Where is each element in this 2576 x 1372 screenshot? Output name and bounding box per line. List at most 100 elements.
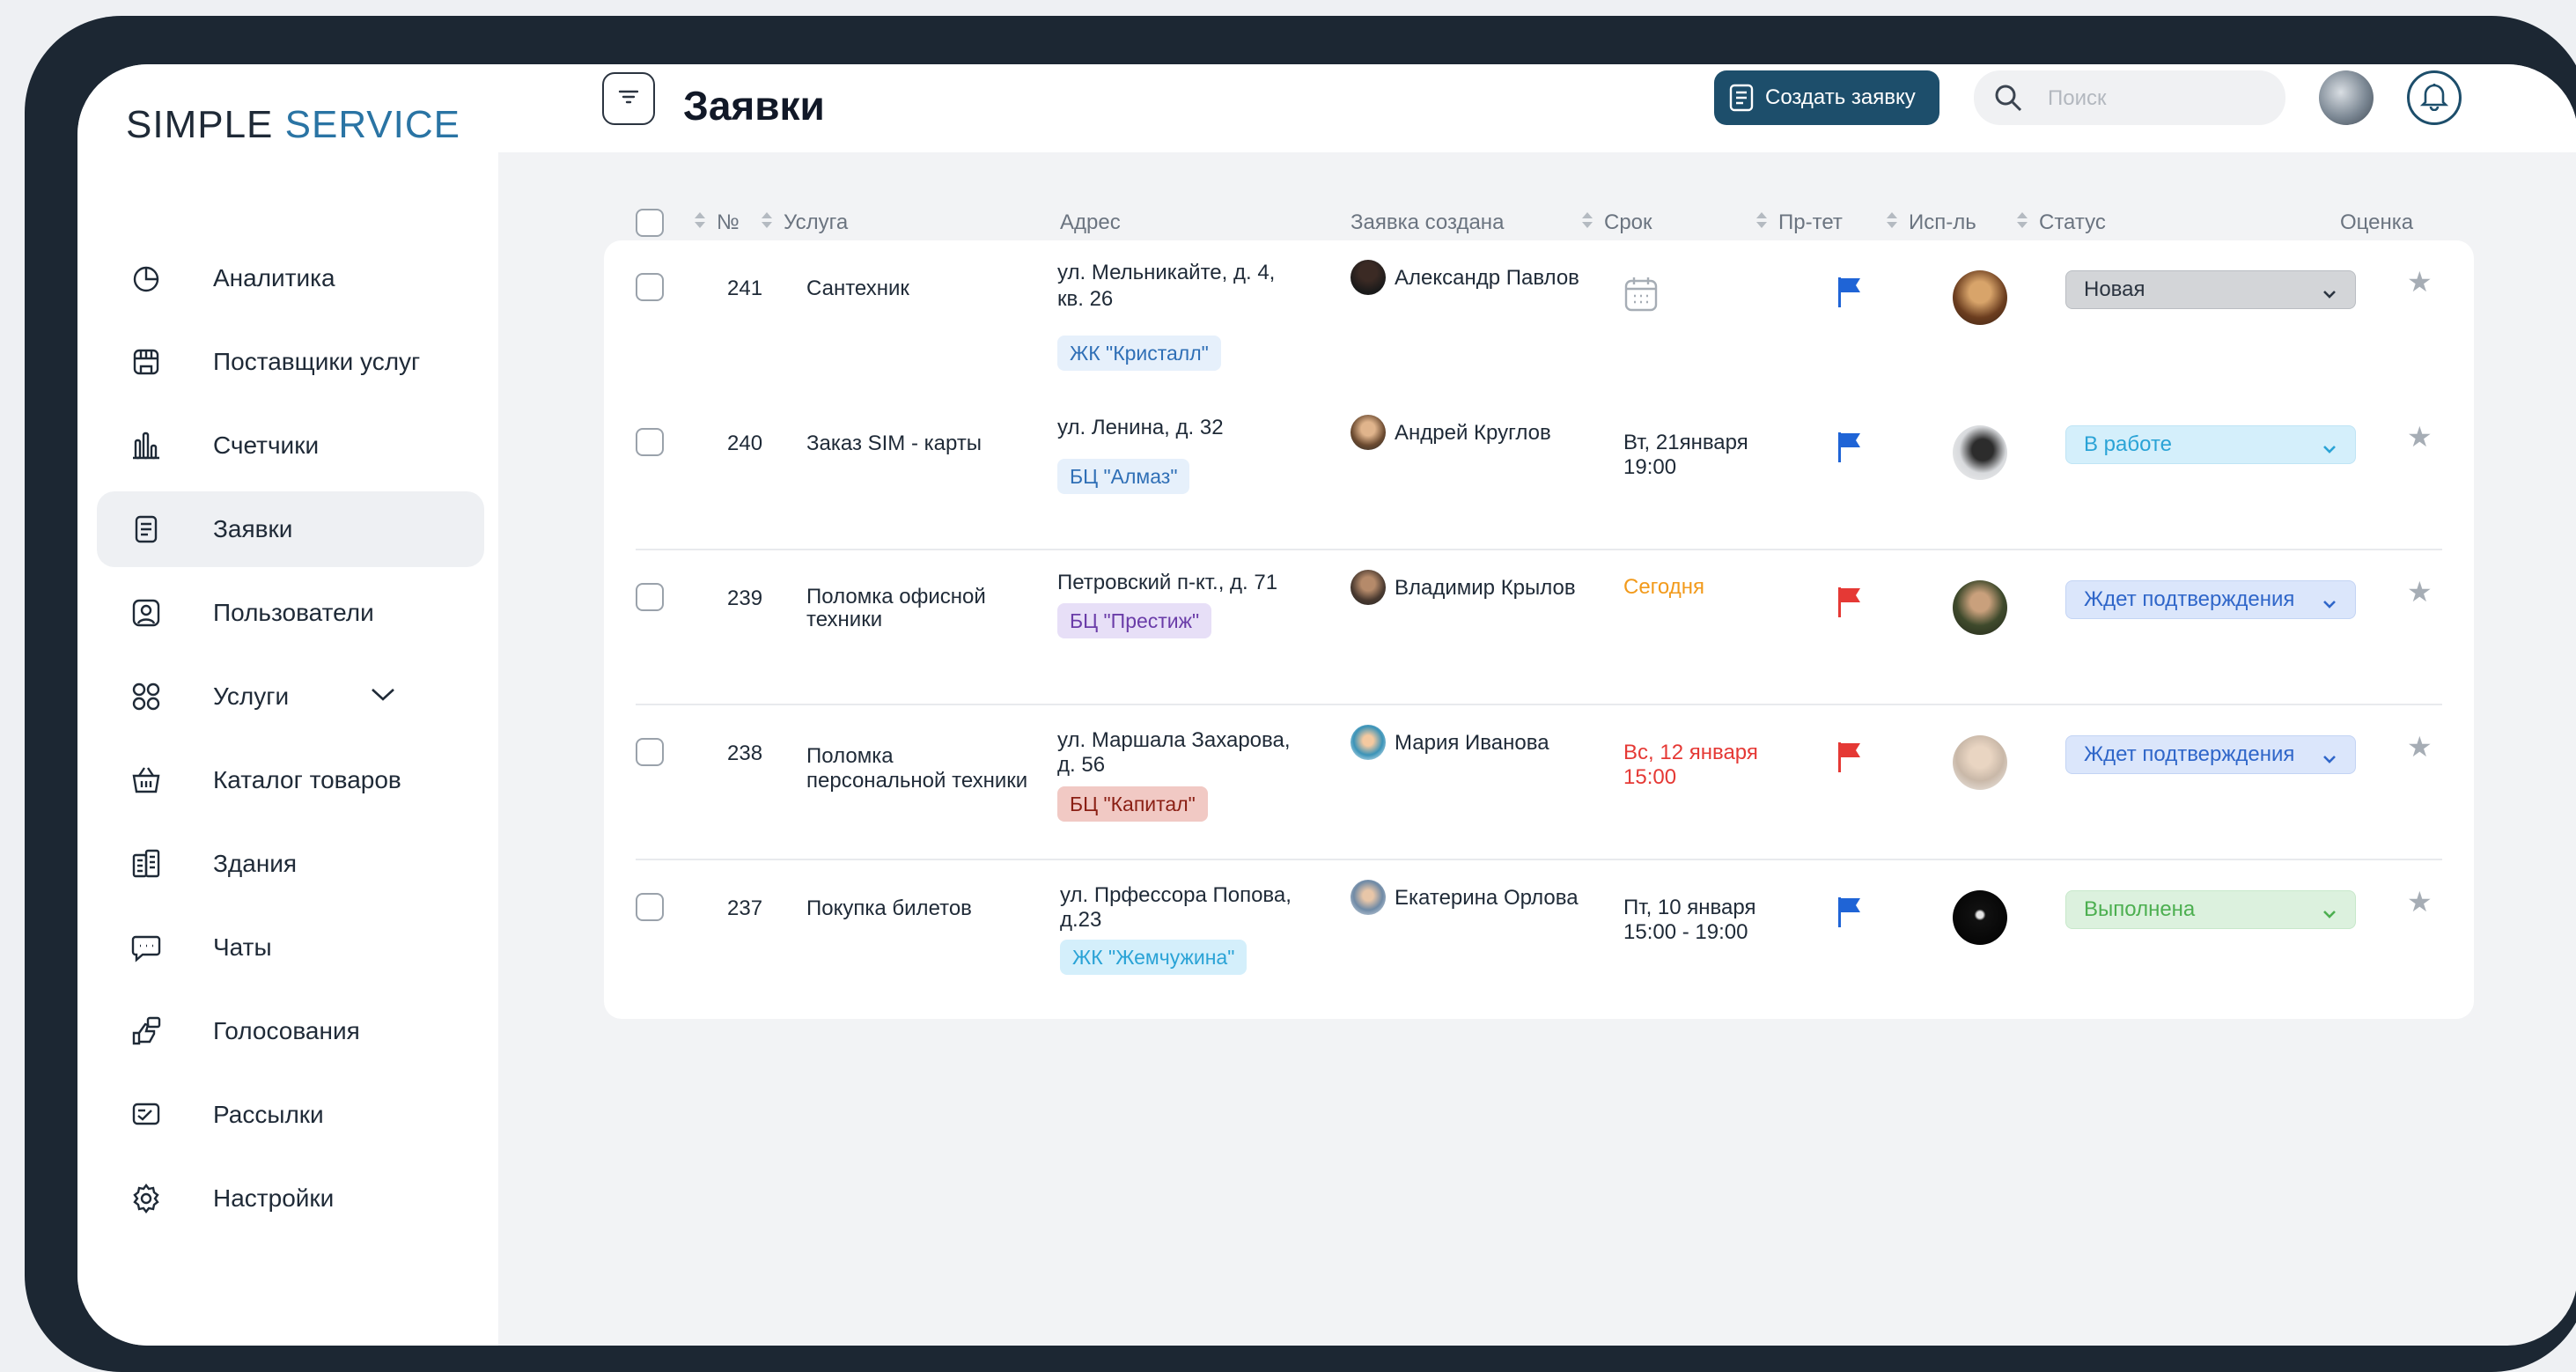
deadline-picker[interactable]: [1623, 276, 1659, 319]
creator-avatar: [1351, 260, 1386, 295]
sidebar-item-label: Голосования: [213, 1017, 360, 1044]
chat-icon: [129, 930, 164, 965]
sidebar-item-analytics[interactable]: Аналитика: [97, 240, 484, 316]
bar-chart-icon: [129, 428, 164, 463]
status-dropdown[interactable]: Ждет подтверждения: [2065, 580, 2356, 619]
store-icon: [129, 344, 164, 380]
sidebar-item-label: Каталог товаров: [213, 766, 401, 793]
creator-avatar: [1351, 415, 1386, 450]
priority-flag-icon[interactable]: [1836, 586, 1863, 622]
sidebar-item-votes[interactable]: Голосования: [97, 993, 484, 1069]
chevron-down-icon: [2322, 902, 2337, 926]
table-row[interactable]: 238 Поломка персональной техники ул. Мар…: [604, 705, 2474, 860]
executor-avatar[interactable]: [1953, 425, 2007, 480]
service-name: Покупка билетов: [806, 896, 972, 920]
executor-avatar[interactable]: [1953, 735, 2007, 790]
vote-icon: [129, 1014, 164, 1049]
sidebar-item-label: Здания: [213, 850, 298, 877]
chevron-down-icon[interactable]: [370, 685, 396, 707]
sidebar-item-buildings[interactable]: Здания: [97, 826, 484, 902]
creator-name: Владимир Крылов: [1395, 576, 1576, 600]
row-checkbox[interactable]: [636, 428, 664, 456]
brand-logo-part2: SERVICE: [284, 103, 460, 146]
status-dropdown[interactable]: Новая: [2065, 270, 2356, 309]
device-frame: SIMPLE SERVICE Аналитика Поставщики услу…: [25, 16, 2576, 1372]
priority-flag-icon[interactable]: [1836, 741, 1863, 777]
rating-star-icon[interactable]: ★: [2407, 575, 2432, 609]
request-number: 239: [727, 586, 763, 610]
creator-avatar: [1351, 880, 1386, 915]
executor-avatar[interactable]: [1953, 270, 2007, 325]
row-checkbox[interactable]: [636, 738, 664, 766]
brand-logo[interactable]: SIMPLE SERVICE: [126, 103, 460, 147]
bell-icon: [2419, 81, 2449, 115]
building-tag[interactable]: БЦ "Престиж": [1057, 603, 1212, 638]
sort-icon: [761, 210, 773, 236]
executor-avatar[interactable]: [1953, 890, 2007, 945]
table-row[interactable]: 241 Сантехник ул. Мельникайте, д. 4, кв.…: [604, 240, 2474, 395]
search-box[interactable]: [1974, 70, 2285, 125]
rating-star-icon[interactable]: ★: [2407, 265, 2432, 299]
sidebar-item-mailings[interactable]: Рассылки: [97, 1077, 484, 1153]
rating-star-icon[interactable]: ★: [2407, 885, 2432, 918]
mail-icon: [129, 1097, 164, 1132]
row-checkbox[interactable]: [636, 273, 664, 301]
deadline: Пт, 10 января 15:00 - 19:00: [1623, 896, 1756, 944]
brand-logo-part1: SIMPLE: [126, 103, 274, 146]
building-tag[interactable]: ЖК "Кристалл": [1057, 336, 1221, 371]
sidebar: SIMPLE SERVICE Аналитика Поставщики услу…: [77, 64, 498, 1346]
sort-icon: [2016, 210, 2028, 236]
rating-star-icon[interactable]: ★: [2407, 730, 2432, 763]
sidebar-item-catalog[interactable]: Каталог товаров: [97, 742, 484, 818]
sidebar-item-label: Настройки: [213, 1184, 335, 1212]
sidebar-item-settings[interactable]: Настройки: [97, 1161, 484, 1236]
executor-avatar[interactable]: [1953, 580, 2007, 635]
top-bar: Заявки Создать заявку: [498, 64, 2576, 152]
chevron-down-icon: [2322, 747, 2337, 771]
document-icon: [129, 512, 164, 547]
deadline: Вс, 12 января 15:00: [1623, 741, 1758, 789]
status-dropdown[interactable]: Ждет подтверждения: [2065, 735, 2356, 774]
row-checkbox[interactable]: [636, 893, 664, 921]
status-dropdown[interactable]: Выполнена: [2065, 890, 2356, 929]
building-tag[interactable]: БЦ "Капитал": [1057, 786, 1208, 822]
sidebar-item-providers[interactable]: Поставщики услуг: [97, 324, 484, 400]
sidebar-item-chats[interactable]: Чаты: [97, 910, 484, 985]
priority-flag-icon[interactable]: [1836, 896, 1863, 932]
rating-star-icon[interactable]: ★: [2407, 420, 2432, 454]
chevron-down-icon: [2322, 592, 2337, 616]
sidebar-item-label: Поставщики услуг: [213, 348, 421, 375]
sidebar-item-meters[interactable]: Счетчики: [97, 408, 484, 483]
sidebar-item-requests[interactable]: Заявки: [97, 491, 484, 567]
sidebar-item-services[interactable]: Услуги: [97, 659, 484, 734]
request-number: 241: [727, 277, 763, 300]
sidebar-item-users[interactable]: Пользователи: [97, 575, 484, 651]
app-screen: SIMPLE SERVICE Аналитика Поставщики услу…: [77, 64, 2576, 1346]
creator-avatar: [1351, 725, 1386, 760]
user-icon: [129, 595, 164, 631]
status-dropdown[interactable]: В работе: [2065, 425, 2356, 464]
building-tag[interactable]: БЦ "Алмаз": [1057, 459, 1190, 494]
priority-flag-icon[interactable]: [1836, 431, 1863, 467]
request-number: 237: [727, 896, 763, 920]
deadline: Сегодня: [1623, 575, 1704, 599]
request-number: 240: [727, 432, 763, 455]
deadline: Вт, 21января 19:00: [1623, 431, 1748, 479]
create-request-button[interactable]: Создать заявку: [1714, 70, 1939, 125]
address: Петровский п-кт., д. 71: [1057, 571, 1278, 594]
address: ул. Прфессора Попова, д.23: [1060, 883, 1292, 932]
notifications-button[interactable]: [2407, 70, 2462, 125]
table-row[interactable]: 240 Заказ SIM - карты ул. Ленина, д. 32 …: [604, 395, 2474, 550]
table-row[interactable]: 237 Покупка билетов ул. Прфессора Попова…: [604, 860, 2474, 1015]
creator-name: Мария Иванова: [1395, 731, 1549, 755]
search-input[interactable]: [2046, 81, 2270, 116]
table-row[interactable]: 239 Поломка офисной техники Петровский п…: [604, 550, 2474, 705]
user-avatar[interactable]: [2319, 70, 2374, 125]
building-tag[interactable]: ЖК "Жемчужина": [1060, 940, 1248, 975]
sort-icon: [694, 210, 706, 236]
priority-flag-icon[interactable]: [1836, 276, 1863, 312]
basket-icon: [129, 763, 164, 798]
filter-button[interactable]: [602, 72, 655, 125]
row-checkbox[interactable]: [636, 583, 664, 611]
sidebar-item-label: Рассылки: [213, 1101, 324, 1128]
